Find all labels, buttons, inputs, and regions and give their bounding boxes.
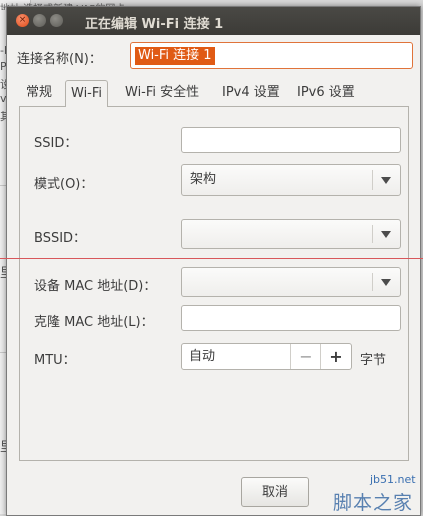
mtu-increment-button[interactable]: + xyxy=(320,344,351,369)
cloned-mac-label: 克隆 MAC 地址(L)： xyxy=(34,315,154,330)
device-mac-combo[interactable] xyxy=(181,267,401,297)
mode-value: 架构 xyxy=(190,172,217,187)
chevron-down-icon xyxy=(381,231,391,238)
annotation-line xyxy=(0,258,423,259)
ssid-input[interactable] xyxy=(181,127,401,153)
connection-name-label: 连接名称(N)： xyxy=(17,52,102,67)
watermark-name: 脚本之家 xyxy=(333,492,414,514)
cloned-mac-input[interactable] xyxy=(181,305,401,331)
mtu-decrement-button[interactable]: − xyxy=(290,344,321,369)
chevron-down-icon xyxy=(381,177,391,184)
ssid-label: SSID： xyxy=(34,136,78,151)
combo-divider xyxy=(372,225,373,243)
edit-connection-dialog: × 正在编辑 Wi-Fi 连接 1 连接名称(N)： Wi-Fi 连接 1 常规… xyxy=(6,6,421,516)
bssid-label: BSSID： xyxy=(34,231,87,246)
chevron-down-icon xyxy=(381,279,391,286)
connection-name-input[interactable]: Wi-Fi 连接 1 xyxy=(130,42,413,69)
tab-ipv4[interactable]: IPv4 设置 xyxy=(217,80,285,106)
bssid-combo[interactable] xyxy=(181,219,401,249)
close-window-button[interactable]: × xyxy=(16,14,29,27)
tab-ipv6[interactable]: IPv6 设置 xyxy=(292,80,360,106)
mode-select[interactable]: 架构 xyxy=(181,164,401,196)
window-title: 正在编辑 Wi-Fi 连接 1 xyxy=(85,17,224,32)
mtu-unit-label: 字节 xyxy=(360,353,387,368)
mtu-spinner[interactable]: 自动 − + xyxy=(181,343,352,370)
cancel-button[interactable]: 取消 xyxy=(241,477,309,507)
watermark-url: jb51.net xyxy=(370,473,416,486)
mode-label: 模式(O)： xyxy=(34,177,94,192)
device-mac-label: 设备 MAC 地址(D)： xyxy=(34,279,157,294)
minimize-window-button[interactable] xyxy=(33,14,46,27)
mtu-label: MTU： xyxy=(34,353,76,368)
close-icon: × xyxy=(18,15,27,25)
connection-name-value: Wi-Fi 连接 1 xyxy=(135,47,215,65)
tab-wifi-security[interactable]: Wi-Fi 安全性 xyxy=(120,80,204,106)
maximize-window-button[interactable] xyxy=(50,14,63,27)
tab-wifi[interactable]: Wi-Fi xyxy=(65,80,109,107)
tab-general[interactable]: 常规 xyxy=(21,80,57,106)
title-bar[interactable]: × 正在编辑 Wi-Fi 连接 1 xyxy=(7,7,420,35)
wifi-settings-panel: SSID： 模式(O)： 架构 BSSID： 设备 MAC 地址(D)： 克隆 … xyxy=(19,106,409,461)
combo-divider xyxy=(372,273,373,291)
combo-divider xyxy=(372,170,373,190)
mtu-value: 自动 xyxy=(189,349,216,364)
